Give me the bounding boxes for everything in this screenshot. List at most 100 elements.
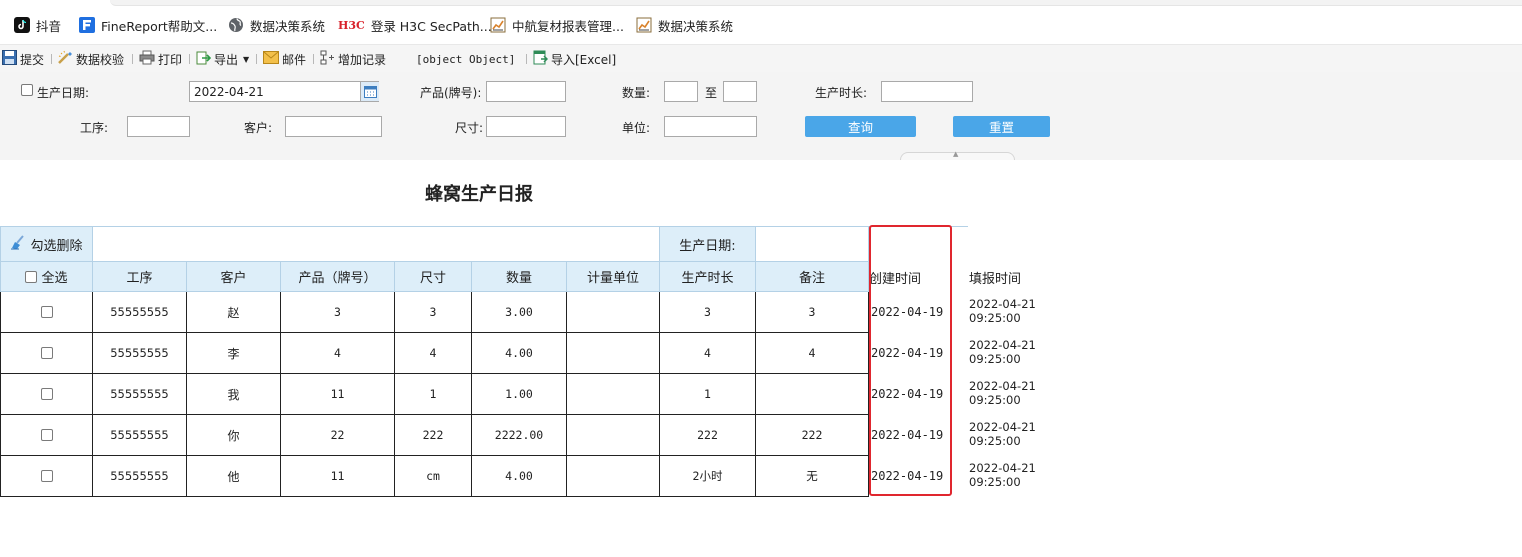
bookmark-h3c[interactable]: H3C 登录 H3C SecPath... <box>338 14 492 36</box>
export-button[interactable]: 导出 ▼ <box>196 50 249 68</box>
validate-label: 数据校验 <box>76 52 125 67</box>
save-icon <box>2 50 17 68</box>
row-checkbox-cell <box>0 456 93 497</box>
submit-button[interactable]: 提交 <box>2 50 44 68</box>
row-checkbox[interactable] <box>40 347 53 359</box>
column-header: 计量单位 <box>567 262 660 292</box>
qty-from-input[interactable] <box>664 81 698 102</box>
mail-icon <box>263 51 279 67</box>
broom-icon <box>10 234 26 254</box>
bookmarks-bar: 抖音 FineReport帮助文... 数据决策系统 H3C 登录 H3C Se… <box>0 0 1522 44</box>
delete-checked-button[interactable]: 勾选删除 <box>0 226 93 262</box>
cell-duration: 2小时 <box>660 456 756 497</box>
select-all-checkbox[interactable]: 全选 <box>0 262 93 292</box>
bookmark-label: 数据决策系统 <box>250 18 326 34</box>
cell-process: 55555555 <box>93 415 187 456</box>
cell-unit <box>567 292 660 333</box>
cell-unit <box>567 415 660 456</box>
cell-size: 3 <box>395 292 472 333</box>
cell-product: 11 <box>281 456 395 497</box>
cell-filled-date: 2022-04-21 <box>969 420 1036 434</box>
cell-customer: 你 <box>187 415 281 456</box>
cell-customer: 他 <box>187 456 281 497</box>
duration-label: 生产时长: <box>815 86 868 100</box>
row-checkbox[interactable] <box>40 429 53 441</box>
email-button[interactable]: 邮件 <box>263 50 306 68</box>
toolbar-divider <box>313 54 314 64</box>
query-button[interactable]: 查询 <box>805 116 916 137</box>
column-header-filled: 填报时间 <box>969 272 1022 287</box>
column-header: 客户 <box>187 262 281 292</box>
process-input[interactable] <box>127 116 190 137</box>
prod-date-checkbox[interactable] <box>21 84 33 96</box>
cell-size: cm <box>395 456 472 497</box>
row-checkbox[interactable] <box>40 306 53 318</box>
cell-note: 222 <box>756 415 869 456</box>
cell-duration: 3 <box>660 292 756 333</box>
bookmark-label: 登录 H3C SecPath... <box>370 18 492 34</box>
row-checkbox-cell <box>0 292 93 333</box>
toolbar-divider <box>256 54 257 64</box>
column-header: 数量 <box>472 262 567 292</box>
calendar-icon[interactable] <box>360 82 379 101</box>
cell-customer: 我 <box>187 374 281 415</box>
cell-process: 55555555 <box>93 456 187 497</box>
header-prod-date-value <box>756 226 869 262</box>
bookmark-label: 中航复材报表管理... <box>512 18 624 34</box>
bookmark-report-mgmt[interactable]: 中航复材报表管理... <box>490 14 624 36</box>
bookmark-douyin[interactable]: 抖音 <box>14 14 61 36</box>
cell-filled-date: 2022-04-21 <box>969 461 1036 475</box>
prod-date-label: 生产日期: <box>37 86 90 100</box>
column-header: 工序 <box>93 262 187 292</box>
import-excel-button[interactable]: 导入[Excel] <box>533 50 616 68</box>
cell-process: 55555555 <box>93 333 187 374</box>
cell-product: 11 <box>281 374 395 415</box>
submit-label: 提交 <box>20 52 45 67</box>
column-header: 产品（牌号） <box>281 262 395 292</box>
print-label: 打印 <box>158 52 183 67</box>
object-object-button[interactable]: [object Object] <box>416 50 515 68</box>
row-checkbox[interactable] <box>40 388 53 400</box>
bookmark-finereport[interactable]: FineReport帮助文... <box>79 14 217 36</box>
cell-product: 4 <box>281 333 395 374</box>
bookmark-label: 抖音 <box>36 18 62 34</box>
product-input[interactable] <box>486 81 566 102</box>
cell-filled-date: 2022-04-21 <box>969 379 1036 393</box>
size-input[interactable] <box>486 116 566 137</box>
select-all-box[interactable] <box>25 270 38 283</box>
qty-to-input[interactable] <box>723 81 757 102</box>
cell-duration: 222 <box>660 415 756 456</box>
collapse-handle[interactable]: ▲ <box>900 150 1015 160</box>
validate-button[interactable]: 数据校验 <box>58 50 124 68</box>
import-excel-label: 导入[Excel] <box>551 52 617 67</box>
email-label: 邮件 <box>282 52 307 67</box>
unit-input[interactable] <box>664 116 757 137</box>
size-label: 尺寸: <box>455 121 484 135</box>
cell-filled-time: 09:25:00 <box>969 393 1021 407</box>
print-button[interactable]: 打印 <box>139 50 182 68</box>
cell-qty: 1.00 <box>472 374 567 415</box>
duration-input[interactable] <box>881 81 973 102</box>
prod-date-input[interactable] <box>189 81 379 102</box>
cell-duration: 4 <box>660 333 756 374</box>
column-header: 尺寸 <box>395 262 472 292</box>
cell-filled-time: 09:25:00 <box>969 352 1021 366</box>
cell-note: 3 <box>756 292 869 333</box>
cell-filled-time: 09:25:00 <box>969 311 1021 325</box>
bookmark-decision-system[interactable]: 数据决策系统 <box>228 14 325 36</box>
customer-input[interactable] <box>285 116 382 137</box>
report-icon <box>636 17 652 33</box>
bookmark-label: FineReport帮助文... <box>101 18 218 34</box>
tab-strip-edge <box>110 0 1522 6</box>
process-label: 工序: <box>80 121 109 135</box>
bookmark-label: 数据决策系统 <box>658 18 734 34</box>
reset-button[interactable]: 重置 <box>953 116 1050 137</box>
row-checkbox[interactable] <box>40 470 53 482</box>
export-icon <box>196 50 212 68</box>
cell-filled-date: 2022-04-21 <box>969 297 1036 311</box>
toolbar-divider <box>51 54 52 64</box>
select-all-label: 全选 <box>41 271 68 286</box>
add-record-button[interactable]: 增加记录 <box>320 50 386 68</box>
cell-process: 55555555 <box>93 374 187 415</box>
bookmark-decision-system-2[interactable]: 数据决策系统 <box>636 14 733 36</box>
